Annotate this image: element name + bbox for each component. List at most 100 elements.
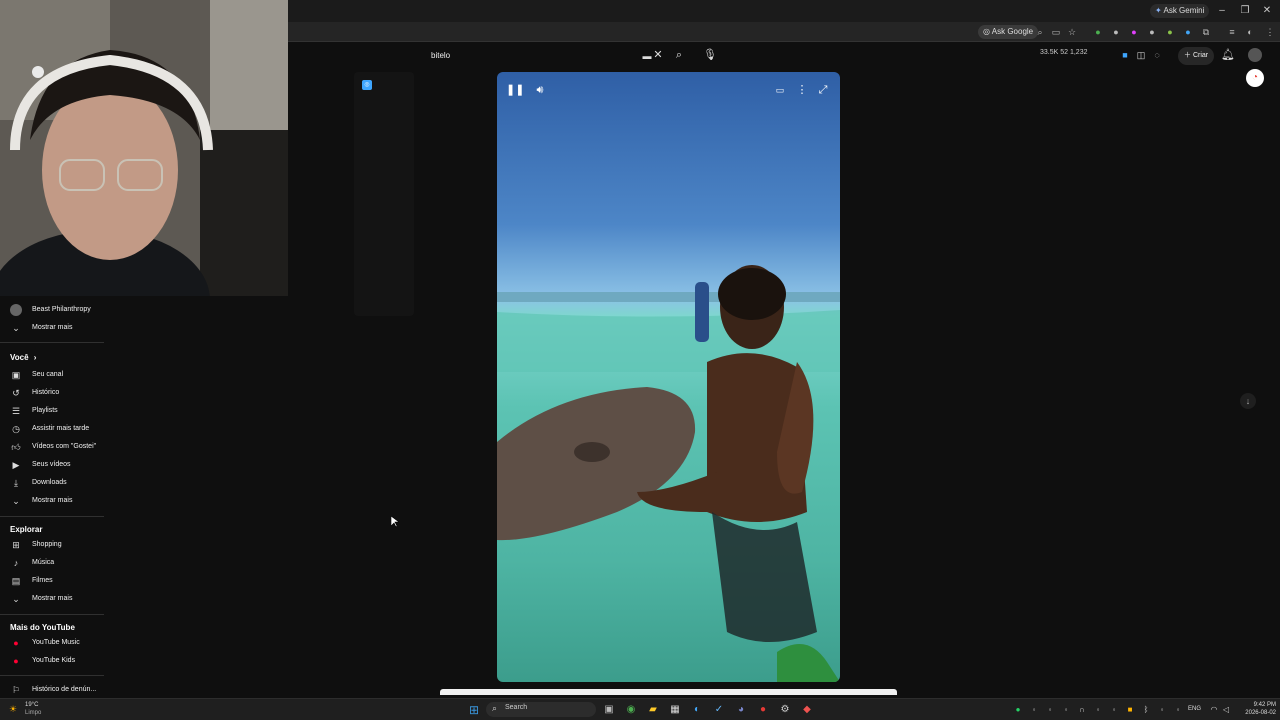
restore-icon[interactable]: ❐ (1238, 4, 1252, 18)
microphone-icon[interactable]: ◦ (1172, 704, 1184, 716)
sidebar-item-history[interactable]: ↺ Histórico (0, 385, 104, 401)
sidebar-item-liked-videos[interactable]: 👍︎ Vídeos com "Gostei" (0, 439, 104, 455)
tray-icon[interactable]: ◦ (1156, 704, 1168, 716)
sidebar-item-show-more[interactable]: ⌄ Mostrar mais (0, 320, 104, 336)
whatsapp-icon[interactable]: ● (1012, 704, 1024, 716)
tray-icon[interactable]: ◦ (1060, 704, 1072, 716)
bookmark-star-icon[interactable]: ☆ (1066, 26, 1078, 38)
clear-search-icon[interactable]: ✕ (651, 48, 665, 62)
download-icon: ⤓ (14, 478, 18, 488)
extension-icon[interactable]: ◫ (1134, 48, 1148, 62)
profile-icon[interactable]: ◐ (1244, 26, 1256, 38)
edge-icon[interactable]: ◐ (690, 703, 704, 717)
sidebar-item-shopping[interactable]: ⊞ Shopping (0, 537, 104, 553)
more-options-icon[interactable]: ⋮ (793, 81, 811, 99)
sidebar-item-your-channel[interactable]: ▣ Seu canal (0, 367, 104, 383)
chevron-down-icon: ⌄ (12, 496, 20, 506)
pause-icon[interactable]: ❚❚ (506, 81, 524, 99)
extension-icon[interactable]: ■ (1118, 48, 1132, 62)
sidebar-item-youtube-music[interactable]: ● YouTube Music (0, 635, 104, 651)
sidebar-item-playlists[interactable]: ☰ Playlists (0, 403, 104, 419)
fullscreen-icon[interactable]: ⤢ (814, 81, 832, 99)
tray-icon[interactable]: ◦ (1044, 704, 1056, 716)
search-icon[interactable]: ⌕ (672, 48, 686, 62)
settings-gear-icon[interactable]: ⚙ (778, 703, 792, 717)
file-explorer-icon[interactable]: ▰ (646, 703, 660, 717)
sidebar-item-downloads[interactable]: ⤓ Downloads (0, 475, 104, 491)
playlist-icon: ☰ (11, 406, 21, 416)
extension-icon[interactable]: ● (1110, 26, 1122, 38)
sidebar-section-more-from-youtube: Mais do YouTube (10, 623, 75, 632)
speaker-icon[interactable]: ◁ (1220, 704, 1232, 716)
sidebar-section-explore: Explorar (10, 525, 43, 534)
sidebar-divider (0, 675, 104, 676)
video-progress-bar[interactable] (440, 689, 897, 695)
language-indicator[interactable]: ENG (1188, 706, 1201, 712)
avatar[interactable] (1248, 48, 1262, 62)
taskbar-search-box[interactable]: ⌕ Search (486, 702, 596, 717)
browser-menu-icon[interactable]: ⋮ (1264, 26, 1276, 38)
ask-gemini-button[interactable]: ✦ Ask Gemini (1150, 4, 1210, 18)
video-icon: ▶ (12, 460, 20, 470)
flag-icon: ⚐ (11, 685, 21, 695)
sidebar-item-movies[interactable]: ▤ Filmes (0, 573, 104, 589)
extension-icon[interactable]: ● (1146, 26, 1158, 38)
discord-icon[interactable]: ◕ (734, 703, 748, 717)
chevron-down-icon: ⌄ (12, 323, 20, 333)
miniplayer-icon[interactable]: ▭ (771, 81, 789, 99)
clock[interactable]: 9:42 PM 2026-08-02 (1236, 701, 1276, 717)
cast-icon[interactable]: ▭ (1050, 26, 1062, 38)
volume-icon[interactable]: 🔊︎ (531, 81, 549, 99)
tray-icon[interactable]: ■ (1124, 704, 1136, 716)
sidebar-item-your-videos[interactable]: ▶ Seus vídeos (0, 457, 104, 473)
notifications-bell-icon[interactable]: 🔔︎ (1221, 48, 1235, 62)
bluetooth-icon[interactable]: ᛒ (1140, 704, 1152, 716)
search-input[interactable]: bitelo (420, 47, 668, 65)
sidebar-section-you[interactable]: Você › (10, 353, 36, 362)
video-frame-image (497, 265, 840, 682)
sidebar-item-report-history[interactable]: ⚐ Histórico de denún... (0, 682, 104, 698)
thumbs-up-icon: 👍︎ (11, 442, 21, 452)
tray-icon[interactable]: ◦ (1108, 704, 1120, 716)
app-icon[interactable]: ● (756, 703, 770, 717)
ask-google-button[interactable]: ◎ Ask Google (978, 25, 1039, 39)
sidebar-item-beast-philanthropy[interactable]: Beast Philanthropy (0, 302, 104, 318)
sidebar-item-show-more[interactable]: ⌄ Mostrar mais (0, 591, 104, 607)
floating-extension-button[interactable]: ◔ (1246, 69, 1264, 87)
headphones-icon[interactable]: ∩ (1076, 704, 1088, 716)
app-icon[interactable]: ✓ (712, 703, 726, 717)
close-window-icon[interactable]: ✕ (1260, 4, 1274, 18)
app-icon[interactable]: ◆ (800, 703, 814, 717)
next-short-arrow-icon[interactable]: ↓ (1240, 393, 1256, 409)
extension-icon[interactable]: ● (1164, 26, 1176, 38)
shorts-video-player[interactable]: ❚❚ 🔊︎ ▭ ⋮ ⤢ (497, 72, 840, 682)
sidebar-item-youtube-kids[interactable]: ● YouTube Kids (0, 653, 104, 669)
app-icon[interactable]: ▦ (668, 703, 682, 717)
zoom-icon[interactable]: ⌕ (1034, 26, 1046, 38)
extension-icon[interactable]: ● (1182, 26, 1194, 38)
create-button[interactable]: ＋ Criar (1178, 47, 1215, 65)
plus-icon: ＋ (1184, 52, 1191, 59)
sidebar-item-show-more[interactable]: ⌄ Mostrar mais (0, 493, 104, 509)
extensions-puzzle-icon[interactable]: ⧉ (1200, 26, 1212, 38)
wifi-icon[interactable]: ◠ (1208, 704, 1220, 716)
task-view-icon[interactable]: ▣ (602, 703, 616, 717)
sidebar-item-music[interactable]: ♪ Música (0, 555, 104, 571)
tray-icon[interactable]: ◦ (1092, 704, 1104, 716)
extension-icon[interactable]: ● (1092, 26, 1104, 38)
google-lens-icon: ◎ (983, 27, 990, 36)
minimize-icon[interactable]: – (1215, 4, 1229, 18)
extension-icon[interactable]: ● (1128, 26, 1140, 38)
windows-taskbar: ☀ 19°C Limpo ⊞ ⌕ Search ▣ ◉ ▰ ▦ ◐ ✓ ◕ ● … (0, 698, 1280, 720)
tray-icon[interactable]: ◦ (1028, 704, 1040, 716)
shorts-side-panel: ◎ (354, 72, 414, 316)
chrome-icon[interactable]: ◉ (624, 703, 638, 717)
gemini-icon: ✦ (1155, 6, 1162, 15)
extension-icon[interactable]: ◌ (1150, 48, 1164, 62)
microphone-icon[interactable]: 🎙 (703, 48, 717, 62)
sidebar-item-watch-later[interactable]: ◷ Assistir mais tarde (0, 421, 104, 437)
sidebar-divider (0, 614, 104, 615)
windows-start-icon[interactable]: ⊞ (467, 703, 481, 717)
extension-badge-icon[interactable]: ◎ (362, 80, 372, 90)
side-panel-icon[interactable]: ≡ (1226, 26, 1238, 38)
